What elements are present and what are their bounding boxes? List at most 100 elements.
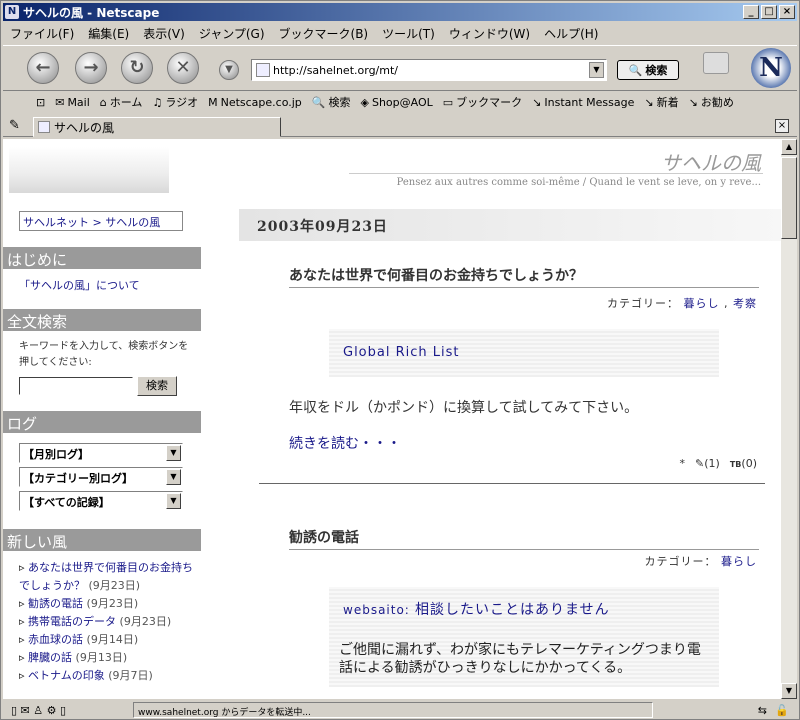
sidebar-search-button[interactable]: 検索 <box>137 376 177 396</box>
chevron-down-icon: ▼ <box>166 445 181 461</box>
entry-category: カテゴリー： 暮らし <box>644 555 757 568</box>
new-tab-icon[interactable]: ✎ <box>9 118 20 133</box>
reload-button[interactable]: ↻ <box>121 52 153 84</box>
scroll-down-icon[interactable]: ▼ <box>781 683 797 699</box>
list-item[interactable]: ▹ 携帯電話のデータ (9月23日) <box>19 613 195 631</box>
entry-meta: * ✎(1) TB(0) <box>680 457 757 470</box>
category-link[interactable]: 暮らし <box>721 555 757 568</box>
all-records-select[interactable]: 【すべての記録】 ▼ <box>19 491 183 511</box>
chevron-down-icon: ▼ <box>166 469 181 485</box>
list-item[interactable]: ▹ 脾臓の話 (9月13日) <box>19 649 195 667</box>
bookmark-instant-message[interactable]: ↘ Instant Message <box>527 96 639 109</box>
bookmark-mail[interactable]: ✉ Mail <box>50 96 95 109</box>
back-button[interactable]: ← <box>27 52 59 84</box>
menu-tools[interactable]: ツール(T) <box>375 25 442 42</box>
status-icons: ▯ ✉ ♙ ⚙ ▯ <box>11 703 67 717</box>
tab-sahel[interactable]: サヘルの風 <box>33 117 281 137</box>
url-field[interactable]: http://sahelnet.org/mt/ ▼ <box>251 59 607 81</box>
menu-bookmarks[interactable]: ブックマーク(B) <box>272 25 376 42</box>
close-button[interactable]: × <box>779 5 795 19</box>
url-dropdown-icon[interactable]: ▼ <box>589 62 604 78</box>
tab-bar: ✎ サヘルの風 × <box>3 115 797 137</box>
list-item[interactable]: ▹ 赤血球の話 (9月14日) <box>19 631 195 649</box>
bookmark-icon: ↘ <box>644 95 654 109</box>
headphones-icon: ♫ <box>152 95 163 109</box>
quote-author: websaito: <box>343 603 410 617</box>
bookmark-netscape[interactable]: M Netscape.co.jp <box>203 96 307 109</box>
stop-button[interactable]: ✕ <box>167 52 199 84</box>
bookmark-search[interactable]: 🔍 検索 <box>307 94 356 110</box>
menu-go[interactable]: ジャンプ(G) <box>192 25 272 42</box>
close-tab-icon[interactable]: × <box>775 119 789 133</box>
page-icon <box>256 63 270 77</box>
lock-icon: 🔓 <box>775 703 789 717</box>
monthly-log-select[interactable]: 【月別ログ】 ▼ <box>19 443 183 463</box>
navigation-toolbar: ← → ↻ ✕ ▼ http://sahelnet.org/mt/ ▼ 🔍 検索… <box>3 45 797 91</box>
menu-edit[interactable]: 編集(E) <box>81 25 136 42</box>
date-header: 2003年09月23日 <box>239 209 781 241</box>
vertical-scrollbar[interactable]: ▲ ▼ <box>781 139 797 699</box>
my-icon: M <box>208 95 218 109</box>
sidebar: サヘルネット > サヘルの風 はじめに 「サヘルの風」について 全文検索 キーワ… <box>3 199 201 699</box>
permalink-icon[interactable]: * <box>680 457 686 470</box>
entry-title[interactable]: あなたは世界で何番目のお金持ちでしょうか？ <box>289 265 759 288</box>
trackback-link[interactable]: TB(0) <box>730 457 757 470</box>
bookmark-recommend[interactable]: ↘ お勧め <box>684 94 739 110</box>
trackback-icon: TB <box>729 460 742 469</box>
entry-title[interactable]: 勧誘の電話 <box>289 527 759 550</box>
quote-link[interactable]: Global Rich List <box>343 345 460 360</box>
list-item[interactable]: ▹ 勧誘の電話 (9月23日) <box>19 595 195 613</box>
site-subtitle: Pensez aux autres comme soi-même / Quand… <box>396 177 761 188</box>
read-more-link[interactable]: 続きを読む・・・ <box>289 433 401 453</box>
site-banner: サヘルの風 Pensez aux autres comme soi-même /… <box>3 139 781 195</box>
home-dropdown-button[interactable]: ▼ <box>219 60 239 80</box>
maximize-button[interactable]: □ <box>761 5 777 19</box>
new-posts-list: ▹ あなたは世界で何番目のお金持ちでしょうか？ (9月23日) ▹ 勧誘の電話 … <box>19 559 195 685</box>
bookmark-icon: ↘ <box>532 95 542 109</box>
bookmark-new[interactable]: ↘ 新着 <box>639 94 683 110</box>
category-log-select[interactable]: 【カテゴリー別ログ】 ▼ <box>19 467 183 487</box>
about-link[interactable]: 「サヘルの風」について <box>19 277 140 293</box>
bookmark-radio[interactable]: ♫ ラジオ <box>147 94 203 110</box>
scroll-up-icon[interactable]: ▲ <box>781 139 797 155</box>
bookmark-shop[interactable]: ◈ Shop@AOL <box>356 96 438 109</box>
search-icon: 🔍 <box>311 95 326 109</box>
menu-view[interactable]: 表示(V) <box>136 25 192 42</box>
forward-arrow-icon: → <box>83 57 99 78</box>
comments-link[interactable]: ✎(1) <box>695 457 720 470</box>
menu-window[interactable]: ウィンドウ(W) <box>442 25 537 42</box>
list-item[interactable]: ▹ ベトナムの印象 (9月7日) <box>19 667 195 685</box>
browser-window: N サヘルの風 - Netscape _ □ × ファイル(F) 編集(E) 表… <box>0 0 800 720</box>
quote-box: Global Rich List <box>329 329 719 377</box>
menu-help[interactable]: ヘルプ(H) <box>537 25 605 42</box>
log-heading: ログ <box>3 411 201 433</box>
tab-label: サヘルの風 <box>54 120 115 135</box>
scroll-thumb[interactable] <box>781 157 797 239</box>
netscape-logo[interactable]: N <box>751 48 791 88</box>
menu-file[interactable]: ファイル(F) <box>3 25 81 42</box>
intro-heading: はじめに <box>3 247 201 269</box>
list-item[interactable]: ▹ あなたは世界で何番目のお金持ちでしょうか？ (9月23日) <box>19 559 195 595</box>
aol-icon: ◈ <box>360 95 369 109</box>
category-link[interactable]: 考察 <box>733 297 757 310</box>
minimize-button[interactable]: _ <box>743 5 759 19</box>
netscape-icon: N <box>5 5 19 19</box>
breadcrumb[interactable]: サヘルネット > サヘルの風 <box>19 211 183 231</box>
search-input[interactable] <box>19 377 133 395</box>
entry-body: ご他聞に漏れず、わが家にもテレマーケティングつまり電話による勧誘がひっきりなしに… <box>339 642 701 676</box>
menu-bar: ファイル(F) 編集(E) 表示(V) ジャンプ(G) ブックマーク(B) ツー… <box>3 23 797 43</box>
forward-button[interactable]: → <box>75 52 107 84</box>
entry-body: 年収をドル（かポンド）に換算して試してみて下さい。 <box>289 400 639 416</box>
entry-category: カテゴリー： 暮らし , 考察 <box>607 297 757 310</box>
magnifier-icon: 🔍 <box>628 63 643 77</box>
search-button[interactable]: 🔍 検索 <box>617 60 679 80</box>
quote-link[interactable]: 相談したいことはありません <box>415 602 610 618</box>
category-link[interactable]: 暮らし <box>684 297 720 310</box>
print-icon[interactable] <box>703 52 729 74</box>
site-title: サヘルの風 <box>661 151 761 175</box>
bookmark-home[interactable]: ⌂ ホーム <box>95 94 148 110</box>
status-bar: ▯ ✉ ♙ ⚙ ▯ www.sahelnet.org からデータを転送中... … <box>3 701 797 719</box>
bookmark-bookmarks[interactable]: ▭ ブックマーク <box>438 94 527 110</box>
pen-icon: ✎ <box>695 457 705 470</box>
tab-new-icon[interactable]: ⊡ <box>31 96 50 109</box>
